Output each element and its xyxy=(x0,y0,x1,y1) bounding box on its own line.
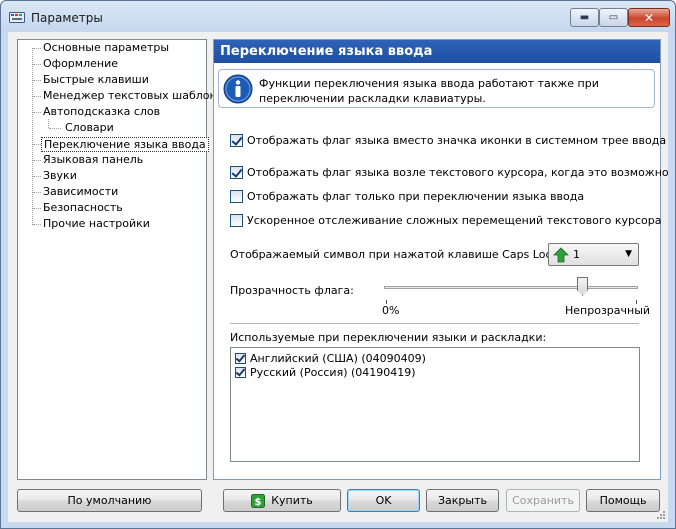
tree-item-sounds[interactable]: Звуки xyxy=(41,169,79,184)
transparency-label: Прозрачность флага: xyxy=(230,284,354,297)
tree-item-template-manager[interactable]: Менеджер текстовых шаблонов xyxy=(41,89,232,104)
checkbox[interactable] xyxy=(235,353,246,364)
tree-connector xyxy=(48,119,49,128)
maximize-button[interactable]: ▭ xyxy=(599,8,628,27)
option-label: Отображать флаг только при переключении … xyxy=(247,189,585,203)
tree-connector xyxy=(33,160,41,161)
caps-lock-label: Отображаемый символ при нажатой клавише … xyxy=(230,248,562,261)
tree-connector xyxy=(33,80,41,81)
option-fast-cursor-tracking[interactable]: Ускоренное отслеживание сложных перемеще… xyxy=(230,212,661,228)
save-button[interactable]: Сохранить xyxy=(506,489,580,512)
caps-lock-select[interactable]: 1 ▼ xyxy=(548,243,639,266)
settings-panel: Переключение языка ввода Функции переклю… xyxy=(213,39,669,480)
tree-connector xyxy=(32,48,33,225)
option-flag-in-tray[interactable]: Отображать флаг языка вместо значка икон… xyxy=(230,132,666,148)
tree-item-autocomplete[interactable]: Автоподсказка слов xyxy=(41,105,162,120)
tree-connector xyxy=(33,192,41,193)
language-label: Русский (Россия) (04190419) xyxy=(250,366,416,379)
buy-button[interactable]: $ Купить xyxy=(223,489,341,512)
tree-item-appearance[interactable]: Оформление xyxy=(41,57,120,72)
tree-connector xyxy=(33,48,41,49)
window-title: Параметры xyxy=(31,11,103,25)
option-label: Ускоренное отслеживание сложных перемеще… xyxy=(247,213,662,227)
buy-label: Купить xyxy=(271,494,313,507)
checkbox[interactable] xyxy=(235,367,246,378)
transparency-slider-thumb[interactable] xyxy=(577,277,588,296)
tree-connector xyxy=(33,112,41,113)
checkbox[interactable] xyxy=(230,213,243,227)
language-label: Английский (США) (04090409) xyxy=(250,352,426,365)
transparency-max-label: Непрозрачный xyxy=(565,304,651,317)
caps-lock-value: 1 xyxy=(573,248,580,261)
tree-connector xyxy=(49,128,61,129)
ok-button[interactable]: OK xyxy=(347,489,420,512)
info-box: Функции переключения языка ввода работаю… xyxy=(218,69,655,108)
settings-tree[interactable]: Основные параметры Оформление Быстрые кл… xyxy=(17,39,230,480)
help-button[interactable]: Помощь xyxy=(586,489,660,512)
svg-text:$: $ xyxy=(255,497,262,508)
info-text: Функции переключения языка ввода работаю… xyxy=(259,77,599,105)
list-item[interactable]: Русский (Россия) (04190419) xyxy=(235,365,416,380)
title-bar[interactable]: Параметры ▬ ▭ ✕ xyxy=(1,1,675,33)
tree-item-main-settings[interactable]: Основные параметры xyxy=(41,41,171,56)
tree-item-dependencies[interactable]: Зависимости xyxy=(41,185,120,200)
languages-list[interactable]: Английский (США) (04090409) Русский (Рос… xyxy=(230,347,640,462)
separator xyxy=(230,323,639,324)
checkbox[interactable] xyxy=(230,189,243,203)
chevron-down-icon: ▼ xyxy=(625,249,632,259)
tree-item-security[interactable]: Безопасность xyxy=(41,201,125,216)
checkbox[interactable] xyxy=(230,165,243,179)
dialog-body: Основные параметры Оформление Быстрые кл… xyxy=(8,32,669,522)
resize-grip-icon[interactable] xyxy=(656,510,666,520)
checkbox[interactable] xyxy=(230,133,243,147)
tree-connector xyxy=(33,144,41,145)
option-label: Отображать флаг языка возле текстового к… xyxy=(247,165,669,179)
info-icon xyxy=(223,74,253,104)
minimize-button[interactable]: ▬ xyxy=(570,8,599,27)
option-label: Отображать флаг языка вместо значка икон… xyxy=(247,133,667,147)
close-window-button[interactable]: ✕ xyxy=(628,8,670,27)
tree-connector xyxy=(33,176,41,177)
list-item[interactable]: Английский (США) (04090409) xyxy=(235,351,426,366)
close-button[interactable]: Закрыть xyxy=(426,489,499,512)
panel-title: Переключение языка ввода xyxy=(214,40,660,63)
tree-item-dictionaries[interactable]: Словари xyxy=(63,121,116,136)
tree-item-hotkeys[interactable]: Быстрые клавиши xyxy=(41,73,151,88)
tree-item-other-settings[interactable]: Прочие настройки xyxy=(41,217,152,232)
tree-item-language-bar[interactable]: Языковая панель xyxy=(41,153,145,168)
languages-label: Используемые при переключении языки и ра… xyxy=(230,331,547,344)
transparency-slider-track[interactable] xyxy=(384,286,638,289)
settings-window: Параметры ▬ ▭ ✕ Основные параметры Оформ… xyxy=(0,0,676,529)
option-flag-on-switch-only[interactable]: Отображать флаг только при переключении … xyxy=(230,188,584,204)
app-keyboard-icon xyxy=(9,12,25,23)
tree-item-input-language-switch[interactable]: Переключение языка ввода xyxy=(41,137,209,152)
option-flag-near-cursor[interactable]: Отображать флаг языка возле текстового к… xyxy=(230,164,669,180)
tree-connector xyxy=(33,224,41,225)
green-up-arrow-icon xyxy=(553,247,569,263)
dollar-icon: $ xyxy=(251,493,266,508)
transparency-min-label: 0% xyxy=(382,304,400,317)
defaults-button[interactable]: По умолчанию xyxy=(17,489,202,512)
tree-connector xyxy=(33,64,41,65)
tree-connector xyxy=(33,208,41,209)
tree-connector xyxy=(33,96,41,97)
